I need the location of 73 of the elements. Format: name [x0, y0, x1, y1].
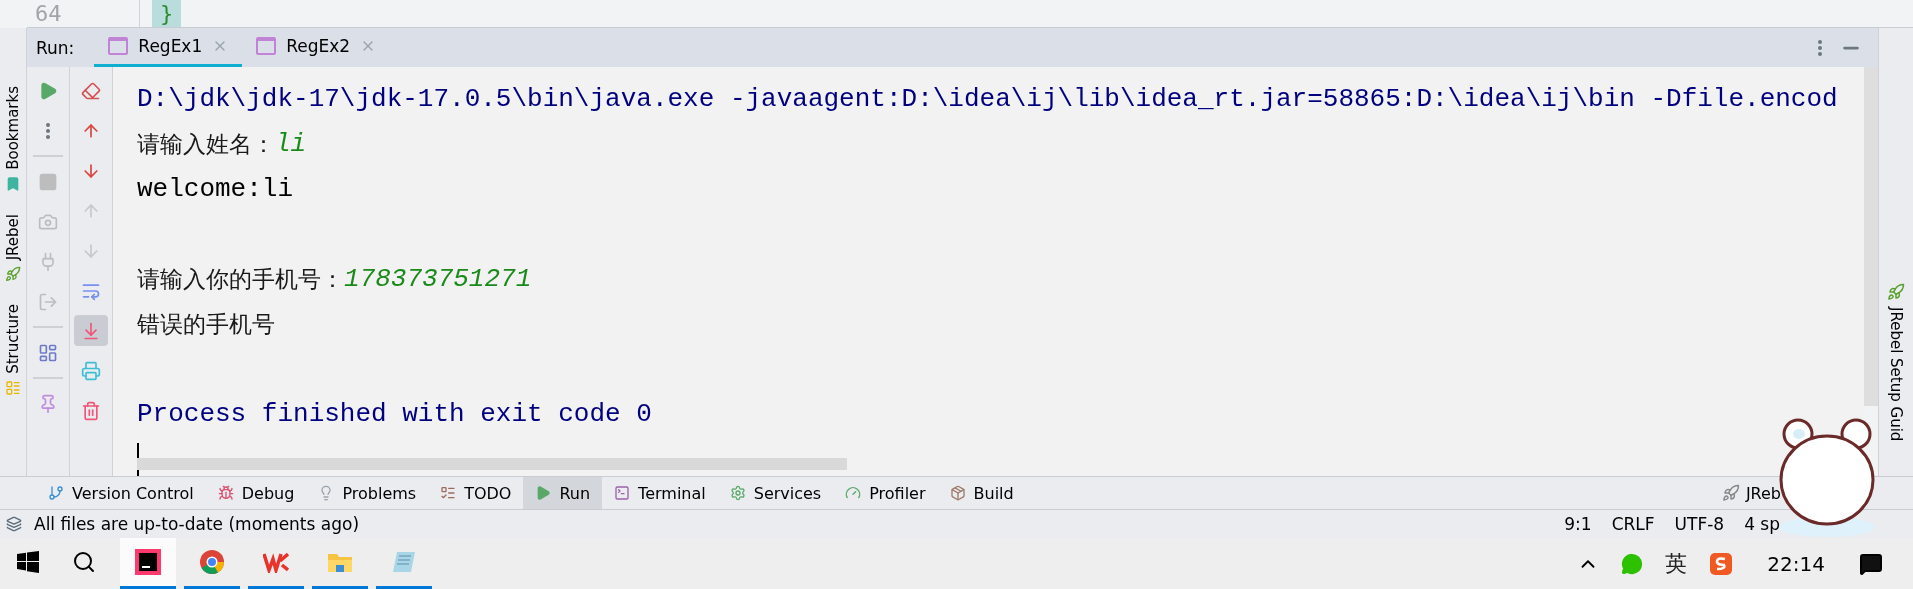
run-label: Run:: [36, 37, 75, 58]
tool-button[interactable]: [74, 315, 108, 346]
structure-icon: [5, 379, 21, 396]
clear-icon: [81, 80, 101, 101]
tool-window-tab[interactable]: Services: [717, 477, 834, 509]
tool-window-tab[interactable]: TODO: [428, 477, 524, 509]
windows-icon[interactable]: [17, 551, 39, 573]
horizontal-scrollbar[interactable]: [137, 458, 847, 470]
branch-icon: [48, 485, 64, 501]
rocket-icon: [5, 266, 21, 283]
gear-icon: [729, 485, 746, 501]
notification-icon[interactable]: [1859, 551, 1883, 576]
bug-icon: [217, 485, 234, 501]
rocket-icon: [1721, 484, 1740, 502]
status-message: All files are up-to-date (moments ago): [34, 514, 360, 534]
console-output: 错误的手机号: [137, 309, 275, 339]
side-tab[interactable]: Bookmarks: [4, 86, 22, 170]
console-tab[interactable]: RegEx2: [242, 28, 391, 67]
console-prompt: 请输入姓名：: [137, 129, 275, 159]
side-tab[interactable]: Structure: [4, 304, 22, 374]
status-item[interactable]: CRLF: [1611, 514, 1655, 534]
bookmark-icon: [5, 175, 21, 192]
tool-window-tab[interactable]: Profiler: [833, 477, 938, 509]
console-exit-message: Process finished with exit code 0: [137, 399, 652, 430]
layout-icon: [38, 342, 58, 363]
tool-window-tab[interactable]: Problems: [306, 477, 429, 509]
trash-icon: [81, 400, 101, 421]
terminal-icon: [614, 485, 631, 501]
notepad-icon: [391, 550, 417, 574]
pin-icon: [38, 393, 58, 414]
tool-window-tab[interactable]: Debug: [205, 477, 307, 509]
stop-icon: [38, 171, 58, 192]
run-icon: [38, 80, 58, 101]
taskbar-app[interactable]: [120, 538, 176, 589]
layers-icon: [6, 516, 22, 532]
rocket-icon: [1887, 283, 1905, 301]
tool-window-tab[interactable]: Version Control: [36, 477, 206, 509]
status-item[interactable]: 4 sp: [1744, 514, 1780, 534]
side-tab[interactable]: JRebel: [4, 213, 22, 261]
printer-icon: [81, 360, 101, 381]
console-output: welcome:li: [137, 174, 294, 205]
typed-text: 178373751271: [344, 264, 532, 295]
wps-icon: [263, 551, 289, 573]
status-item[interactable]: UTF-8: [1674, 514, 1725, 534]
clock[interactable]: 22:14: [1767, 551, 1825, 576]
window-icon: [108, 37, 129, 55]
more-icon: [46, 122, 50, 139]
line-number: 64: [35, 0, 62, 27]
input-method[interactable]: 英: [1665, 548, 1688, 579]
console-command: D:\jdk\jdk-17\jdk-17.0.5\bin\java.exe -javaagent:D:\idea\ij\lib\idea_rt.jar=58865:D:\idea\ij\bin -Dfile.encod: [137, 84, 1838, 115]
tool-window-tab[interactable]: Run: [523, 477, 603, 509]
exit-icon: [38, 291, 58, 312]
console-prompt: 请输入你的手机号：: [137, 264, 344, 294]
package-icon: [949, 485, 966, 501]
list-icon: [440, 485, 457, 501]
side-tab[interactable]: JRebel Setup Guid: [1887, 307, 1905, 442]
search-icon[interactable]: [72, 550, 96, 574]
input-app-icon[interactable]: [1709, 551, 1734, 576]
vertical-scrollbar[interactable]: [1864, 67, 1878, 406]
typed-text: li: [275, 129, 307, 160]
tool-window-tab[interactable]: Terminal: [602, 477, 718, 509]
more-icon: [1818, 39, 1822, 56]
chat-icon[interactable]: [1621, 552, 1644, 575]
run-icon: [535, 485, 552, 501]
tool-window-tab[interactable]: JReb: [1745, 483, 1781, 503]
chrome-icon: [199, 549, 225, 575]
tool-window-tab[interactable]: Build: [937, 477, 1026, 509]
folder-icon: [327, 551, 353, 573]
gauge-icon: [845, 485, 862, 501]
window-icon: [256, 37, 277, 55]
intellij-icon: [135, 549, 161, 575]
scroll-end-icon: [81, 320, 101, 341]
status-item[interactable]: 9:1: [1564, 514, 1592, 534]
